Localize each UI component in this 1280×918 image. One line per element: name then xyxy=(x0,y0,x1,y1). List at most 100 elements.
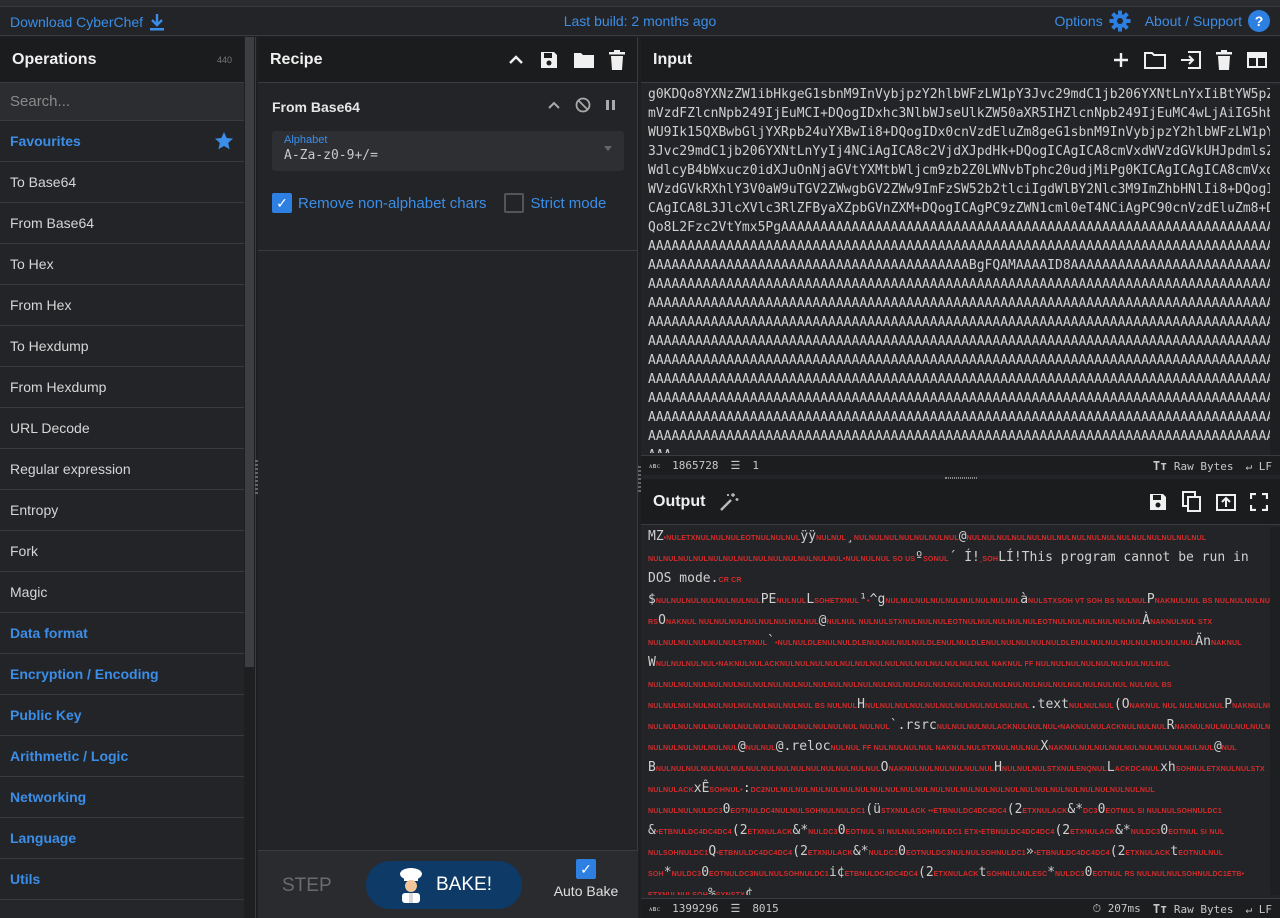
open-file-icon[interactable] xyxy=(1180,50,1202,70)
control-char-run: DC3 xyxy=(1083,808,1098,815)
output-encoding-button[interactable]: Tт Raw Bytes xyxy=(1153,902,1234,916)
operations-scrollbar[interactable] xyxy=(244,37,255,918)
output-eol-button[interactable]: ↵ LF xyxy=(1246,903,1273,916)
operation-item[interactable]: From Base64 xyxy=(0,203,244,244)
replace-input-icon[interactable] xyxy=(1216,492,1236,512)
output-line: NULNULNULNULNULNULNULNULNULNULNUL BS NUL… xyxy=(648,695,1270,716)
operations-category[interactable]: Arithmetic / Logic xyxy=(0,736,244,777)
operation-item[interactable]: Magic xyxy=(0,572,244,613)
operation-item[interactable]: From Hexdump xyxy=(0,367,244,408)
input-encoding-button[interactable]: Tт Raw Bytes xyxy=(1153,459,1234,473)
output-eol: LF xyxy=(1258,902,1272,916)
output-line: WNULNULNULNUL•NAKNULNULACKNULNULNULNULNU… xyxy=(648,653,1270,674)
operation-item[interactable]: URL Decode xyxy=(0,408,244,449)
operations-category[interactable]: Networking xyxy=(0,777,244,818)
layout-icon[interactable] xyxy=(1246,51,1268,69)
gear-icon xyxy=(1109,10,1131,32)
open-folder-icon[interactable] xyxy=(1144,51,1166,69)
remove-non-alphabet-checkbox[interactable]: ✓ Remove non-alphabet chars xyxy=(272,193,486,213)
column-resizer[interactable] xyxy=(255,460,258,494)
operation-label: Encryption / Encoding xyxy=(10,666,159,682)
trash-icon[interactable] xyxy=(609,49,625,70)
operation-item[interactable]: To Hex xyxy=(0,244,244,285)
operations-category[interactable]: Favourites xyxy=(0,121,244,162)
bake-button[interactable]: BAKE! xyxy=(366,861,522,909)
input-length: 1865728 xyxy=(672,459,719,472)
input-line: 3Jvc29mdC1jb206YXNtLnYyIj4NCiAgICA8c2Vjd… xyxy=(648,144,1270,159)
output-text-run: &* xyxy=(852,844,869,859)
input-textarea[interactable]: g0KDQo8YXNzZW1ibHkgeG1sbnM9InVybjpzY2hlb… xyxy=(641,85,1270,453)
download-icon xyxy=(150,14,165,31)
chevron-up-icon[interactable] xyxy=(507,51,525,69)
input-eol-button[interactable]: ↵ LF xyxy=(1246,460,1273,473)
input-line: WU9Ik15QXBwbGljYXRpb24uYXBwIi8+DQogIDx0c… xyxy=(648,125,1270,140)
operations-search-input[interactable]: Search... xyxy=(0,83,244,121)
pause-icon[interactable] xyxy=(605,98,617,112)
download-link[interactable]: Download CyberChef xyxy=(10,13,165,31)
step-button[interactable]: STEP xyxy=(282,875,332,897)
checkbox-checked-icon: ✓ xyxy=(272,193,292,213)
operations-header: Operations 440 xyxy=(0,37,244,83)
operation-item[interactable]: Regular expression xyxy=(0,449,244,490)
operation-item[interactable]: From Hex xyxy=(0,285,244,326)
control-char-run: NULNULNULNULNULNULNULNULNULNULNULNULNULN… xyxy=(655,766,881,773)
about-support-button[interactable]: About / Support ? xyxy=(1145,10,1270,32)
operations-category[interactable]: Language xyxy=(0,818,244,859)
control-char-run: ETXNULACK xyxy=(807,850,853,857)
control-char-run: SOHNULETXNULNULSTX xyxy=(1175,766,1265,773)
operation-item[interactable]: To Hexdump xyxy=(0,326,244,367)
maximize-icon[interactable] xyxy=(1250,492,1268,511)
operation-label: Networking xyxy=(10,789,87,805)
output-textarea[interactable]: MZ•NULETXNULNULNULEOTNULNULNULÿÿNULNUL¸N… xyxy=(641,527,1270,895)
output-text-run: xÊ xyxy=(693,781,710,796)
magic-wand-icon[interactable] xyxy=(719,492,739,512)
save-icon[interactable] xyxy=(539,50,559,70)
operations-title: Operations xyxy=(12,50,97,68)
options-button[interactable]: Options xyxy=(1054,10,1131,32)
output-text-run: ¢ xyxy=(745,886,753,895)
output-text-run: W xyxy=(648,655,656,670)
lines-icon: ☰ xyxy=(730,902,741,915)
alphabet-label: Alphabet xyxy=(284,134,328,146)
plus-icon[interactable] xyxy=(1112,51,1130,69)
output-scrollbar[interactable] xyxy=(1270,527,1280,895)
operations-category[interactable]: Encryption / Encoding xyxy=(0,654,244,695)
operations-category[interactable]: Utils xyxy=(0,859,244,900)
control-char-run: NAKNULNULNULSTX xyxy=(1232,703,1270,710)
control-char-run: NULDC3 xyxy=(671,871,702,878)
remove-non-alphabet-label: Remove non-alphabet chars xyxy=(298,194,487,212)
scrollbar-thumb[interactable] xyxy=(245,37,254,667)
alphabet-select[interactable]: Alphabet A-Za-z0-9+/= xyxy=(272,131,624,171)
operation-item[interactable]: To Base64 xyxy=(0,162,244,203)
disable-icon[interactable] xyxy=(575,97,591,113)
operation-label: Entropy xyxy=(10,502,59,518)
recipe-operation-from-base64[interactable]: From Base64 Alphabet A-Za-z0-9+/= ✓ Remo… xyxy=(258,83,637,251)
save-icon[interactable] xyxy=(1148,492,1168,512)
control-char-run: NUL xyxy=(1221,745,1237,752)
copy-icon[interactable] xyxy=(1182,490,1202,513)
operations-category[interactable]: Public Key xyxy=(0,695,244,736)
control-char-run: SOHNUL• xyxy=(709,787,743,794)
output-line: NULNULNULNULNULNULNULNULNULNULNULNULNUL•… xyxy=(648,548,1270,569)
chevron-up-icon[interactable] xyxy=(547,98,561,112)
strict-mode-checkbox[interactable]: Strict mode xyxy=(504,193,606,213)
operation-label: From Base64 xyxy=(10,215,95,231)
operation-item[interactable]: Fork xyxy=(0,531,244,572)
auto-bake-checkbox[interactable]: ✓ Auto Bake xyxy=(551,859,621,899)
control-char-run: NULNULNULNULNULNULNULNULNULNULNULNULNULN… xyxy=(966,535,1207,542)
folder-icon[interactable] xyxy=(573,51,595,69)
operation-item[interactable]: Entropy xyxy=(0,490,244,531)
dropdown-caret-icon xyxy=(604,146,612,151)
abc-icon: ᴀʙᴄ xyxy=(649,904,661,913)
input-scrollbar[interactable] xyxy=(1270,85,1280,455)
control-char-run: NULNULNULNUL•NAKNULNULACKNULNULNULNULNUL… xyxy=(655,661,1171,668)
output-line: DOS mode.CR CR xyxy=(648,569,1270,590)
output-line: NULSOHNULDC1Q•ETBNULDC4DC4DC4(2ETXNULACK… xyxy=(648,842,1270,863)
trash-icon[interactable] xyxy=(1216,49,1232,70)
checkbox-unchecked-icon xyxy=(504,193,525,213)
input-line: AAAAAAAAAAAAAAAAAAAAAAAAAAAAAAAAAAAAAAAA… xyxy=(648,334,1270,349)
operations-category[interactable]: Data format xyxy=(0,613,244,654)
control-char-run: EOTNULDC3NULNULSOHNULDC1 xyxy=(709,871,829,878)
output-line: NULNULNULNULNULNULSTXNUL`•NULNULDLENULNU… xyxy=(648,632,1270,653)
output-line: NULNULNULNULDC30EOTNULDC4NULNULSOHNULNUL… xyxy=(648,800,1270,821)
